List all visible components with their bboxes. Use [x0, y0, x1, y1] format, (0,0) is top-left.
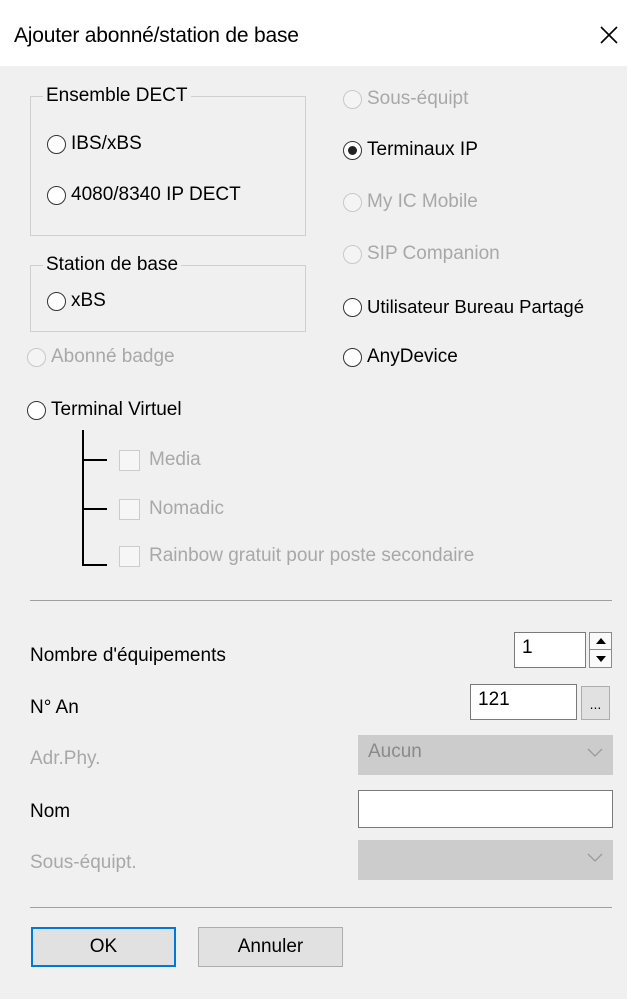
tree-connector — [82, 564, 107, 566]
radio-xbs[interactable]: xBS — [47, 290, 106, 312]
radio-ip-dect[interactable]: 4080/8340 IP DECT — [47, 184, 241, 206]
checkbox-box — [119, 498, 140, 520]
checkbox-rainbow[interactable]: Rainbow gratuit pour poste secondaire — [119, 545, 474, 567]
checkbox-label: Nomadic — [149, 498, 224, 519]
dialog-title: Ajouter abonné/station de base — [14, 24, 299, 47]
checkbox-nomadic[interactable]: Nomadic — [119, 498, 224, 520]
checkbox-label: Media — [149, 449, 201, 470]
sub-equipment-label: Sous-équipt. — [30, 852, 137, 873]
name-input[interactable] — [358, 790, 613, 828]
an-browse-button[interactable]: ... — [581, 686, 610, 720]
checkbox-box — [119, 449, 140, 471]
radio-label: Utilisateur Bureau Partagé — [367, 296, 584, 317]
radio-circle — [343, 297, 362, 317]
cancel-button[interactable]: Annuler — [198, 927, 343, 967]
checkbox-box — [119, 545, 140, 567]
radio-bureau-partage[interactable]: Utilisateur Bureau Partagé — [343, 296, 584, 318]
radio-label: AnyDevice — [367, 346, 458, 367]
phys-address-label: Adr.Phy. — [30, 748, 101, 769]
radio-circle — [47, 185, 66, 205]
radio-label: SIP Companion — [367, 243, 500, 264]
dect-group-legend: Ensemble DECT — [43, 85, 191, 107]
separator — [30, 907, 612, 908]
phys-address-select[interactable]: Aucun — [358, 735, 613, 775]
radio-circle — [47, 291, 66, 311]
radio-terminal-virtuel[interactable]: Terminal Virtuel — [27, 399, 182, 421]
phys-address-value: Aucun — [368, 741, 422, 762]
an-number-label: N° An — [30, 697, 79, 718]
radio-label: My IC Mobile — [367, 191, 478, 212]
spin-down-button[interactable] — [589, 650, 612, 668]
an-number-input[interactable]: 121 — [470, 684, 577, 720]
radio-label: Sous-équipt — [367, 88, 469, 109]
radio-sous-equipt[interactable]: Sous-équipt — [343, 88, 468, 110]
tree-connector — [82, 430, 84, 566]
radio-label: 4080/8340 IP DECT — [71, 184, 241, 205]
spin-up-button[interactable] — [589, 632, 612, 650]
radio-anydevice[interactable]: AnyDevice — [343, 346, 458, 368]
radio-selected-dot — [348, 145, 357, 155]
radio-sip-companion[interactable]: SIP Companion — [343, 243, 500, 265]
radio-circle — [343, 347, 362, 367]
tree-connector — [82, 508, 107, 510]
radio-circle — [343, 244, 362, 264]
radio-label: Abonné badge — [51, 346, 175, 367]
equipment-count-stepper — [589, 632, 612, 668]
radio-label: xBS — [71, 290, 106, 311]
radio-circle — [27, 400, 46, 420]
radio-circle — [47, 134, 66, 154]
radio-terminaux-ip[interactable]: Terminaux IP — [343, 139, 478, 161]
radio-label: Terminal Virtuel — [51, 399, 182, 420]
chevron-down-icon — [587, 853, 603, 862]
arrow-up-icon — [595, 638, 606, 644]
radio-circle — [343, 192, 362, 212]
close-button[interactable] — [596, 22, 622, 48]
dect-group — [30, 96, 306, 236]
name-label: Nom — [30, 801, 71, 822]
ok-button[interactable]: OK — [31, 927, 176, 967]
equipment-count-label: Nombre d'équipements — [30, 645, 226, 666]
radio-label: Terminaux IP — [367, 139, 478, 160]
checkbox-media[interactable]: Media — [119, 449, 201, 471]
close-icon — [600, 26, 618, 44]
equipment-count-input[interactable]: 1 — [514, 632, 586, 668]
checkbox-label: Rainbow gratuit pour poste secondaire — [149, 545, 475, 566]
title-bar: Ajouter abonné/station de base — [0, 0, 627, 66]
radio-abonne-badge[interactable]: Abonné badge — [27, 346, 175, 368]
radio-my-ic-mobile[interactable]: My IC Mobile — [343, 191, 478, 213]
arrow-down-icon — [595, 655, 606, 662]
separator — [30, 600, 612, 601]
radio-label: IBS/xBS — [71, 133, 142, 154]
radio-circle — [343, 140, 362, 160]
tree-connector — [82, 459, 107, 461]
base-station-group-legend: Station de base — [43, 254, 182, 276]
radio-ibs-xbs[interactable]: IBS/xBS — [47, 133, 142, 155]
sub-equipment-select[interactable] — [358, 840, 613, 880]
chevron-down-icon — [587, 748, 603, 757]
radio-circle — [343, 89, 362, 109]
radio-circle — [27, 347, 46, 367]
